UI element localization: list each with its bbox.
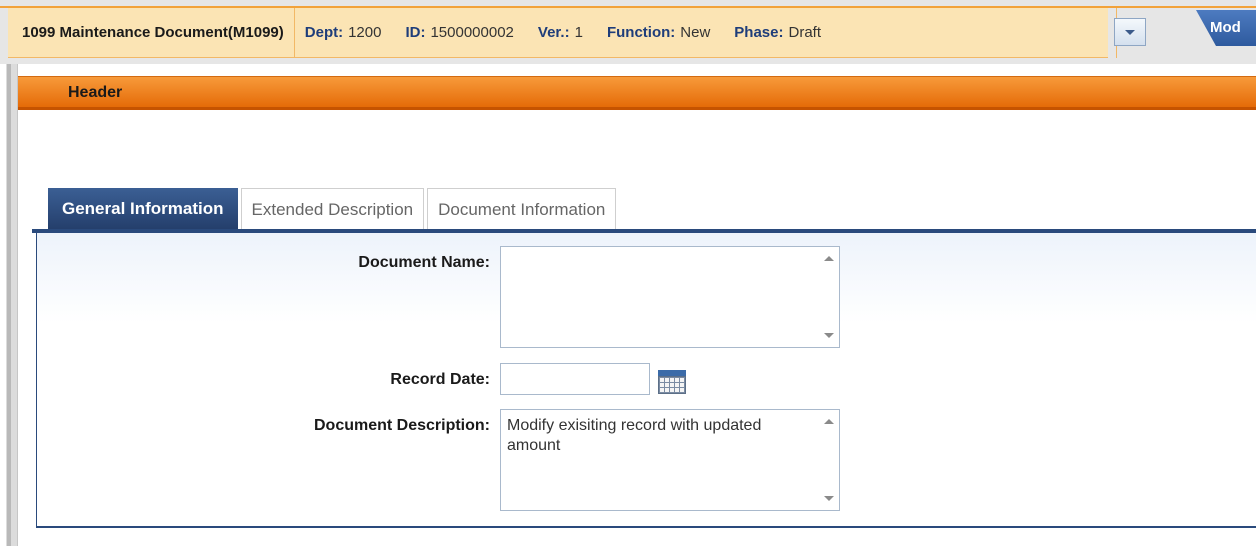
version-value: 1 — [574, 24, 583, 41]
tab-document-information[interactable]: Document Information — [427, 188, 617, 230]
scroll-down-icon[interactable] — [824, 496, 834, 501]
document-menu-dropdown-button[interactable] — [1114, 18, 1146, 46]
document-title: 1099 Maintenance Document(M1099) — [8, 8, 295, 57]
dept-label: Dept: — [304, 24, 344, 41]
calendar-icon[interactable] — [658, 370, 686, 394]
document-name-scrollbar[interactable] — [820, 248, 838, 346]
version-field: Ver.: 1 — [528, 24, 583, 41]
tab-strip: General Information Extended Description… — [48, 188, 619, 230]
left-panel-border — [6, 64, 18, 546]
record-date-input[interactable] — [500, 363, 650, 395]
document-description-textarea[interactable]: Modify exisiting record with updated amo… — [500, 409, 840, 511]
header-section-bar[interactable]: Header — [18, 76, 1256, 110]
left-panel-rail — [7, 64, 11, 546]
document-name-label: Document Name: — [358, 254, 490, 271]
scroll-up-icon[interactable] — [824, 419, 834, 424]
function-label: Function: — [606, 24, 676, 41]
function-field: Function: New — [597, 24, 710, 41]
dept-field: Dept: 1200 — [295, 24, 382, 41]
document-description-scrollbar[interactable] — [820, 411, 838, 509]
section-title: Header — [68, 84, 123, 101]
phase-value: Draft — [788, 24, 822, 41]
phase-field: Phase: Draft — [724, 24, 821, 41]
mode-tab[interactable]: Mod — [1196, 10, 1256, 46]
document-description-label: Document Description: — [313, 417, 490, 434]
function-value: New — [680, 24, 711, 41]
scroll-up-icon[interactable] — [824, 256, 834, 261]
document-header-bar: 1099 Maintenance Document(M1099) Dept: 1… — [0, 0, 1256, 64]
tab-extended-description[interactable]: Extended Description — [240, 188, 425, 230]
dept-value: 1200 — [348, 24, 382, 41]
phase-label: Phase: — [734, 24, 784, 41]
calendar-icon-grid — [658, 376, 686, 394]
id-field: ID: 1500000002 — [395, 24, 513, 41]
id-value: 1500000002 — [430, 24, 514, 41]
document-name-textarea[interactable] — [500, 246, 840, 348]
tab-general-information[interactable]: General Information — [48, 188, 238, 230]
scroll-down-icon[interactable] — [824, 333, 834, 338]
chevron-down-icon — [1125, 29, 1135, 35]
id-label: ID: — [405, 24, 426, 41]
version-label: Ver.: — [537, 24, 570, 41]
mode-tab-label: Mod — [1210, 19, 1241, 36]
document-info: 1099 Maintenance Document(M1099) Dept: 1… — [8, 8, 1117, 58]
record-date-label: Record Date: — [390, 371, 490, 388]
document-description-value: Modify exisiting record with updated amo… — [507, 417, 762, 454]
